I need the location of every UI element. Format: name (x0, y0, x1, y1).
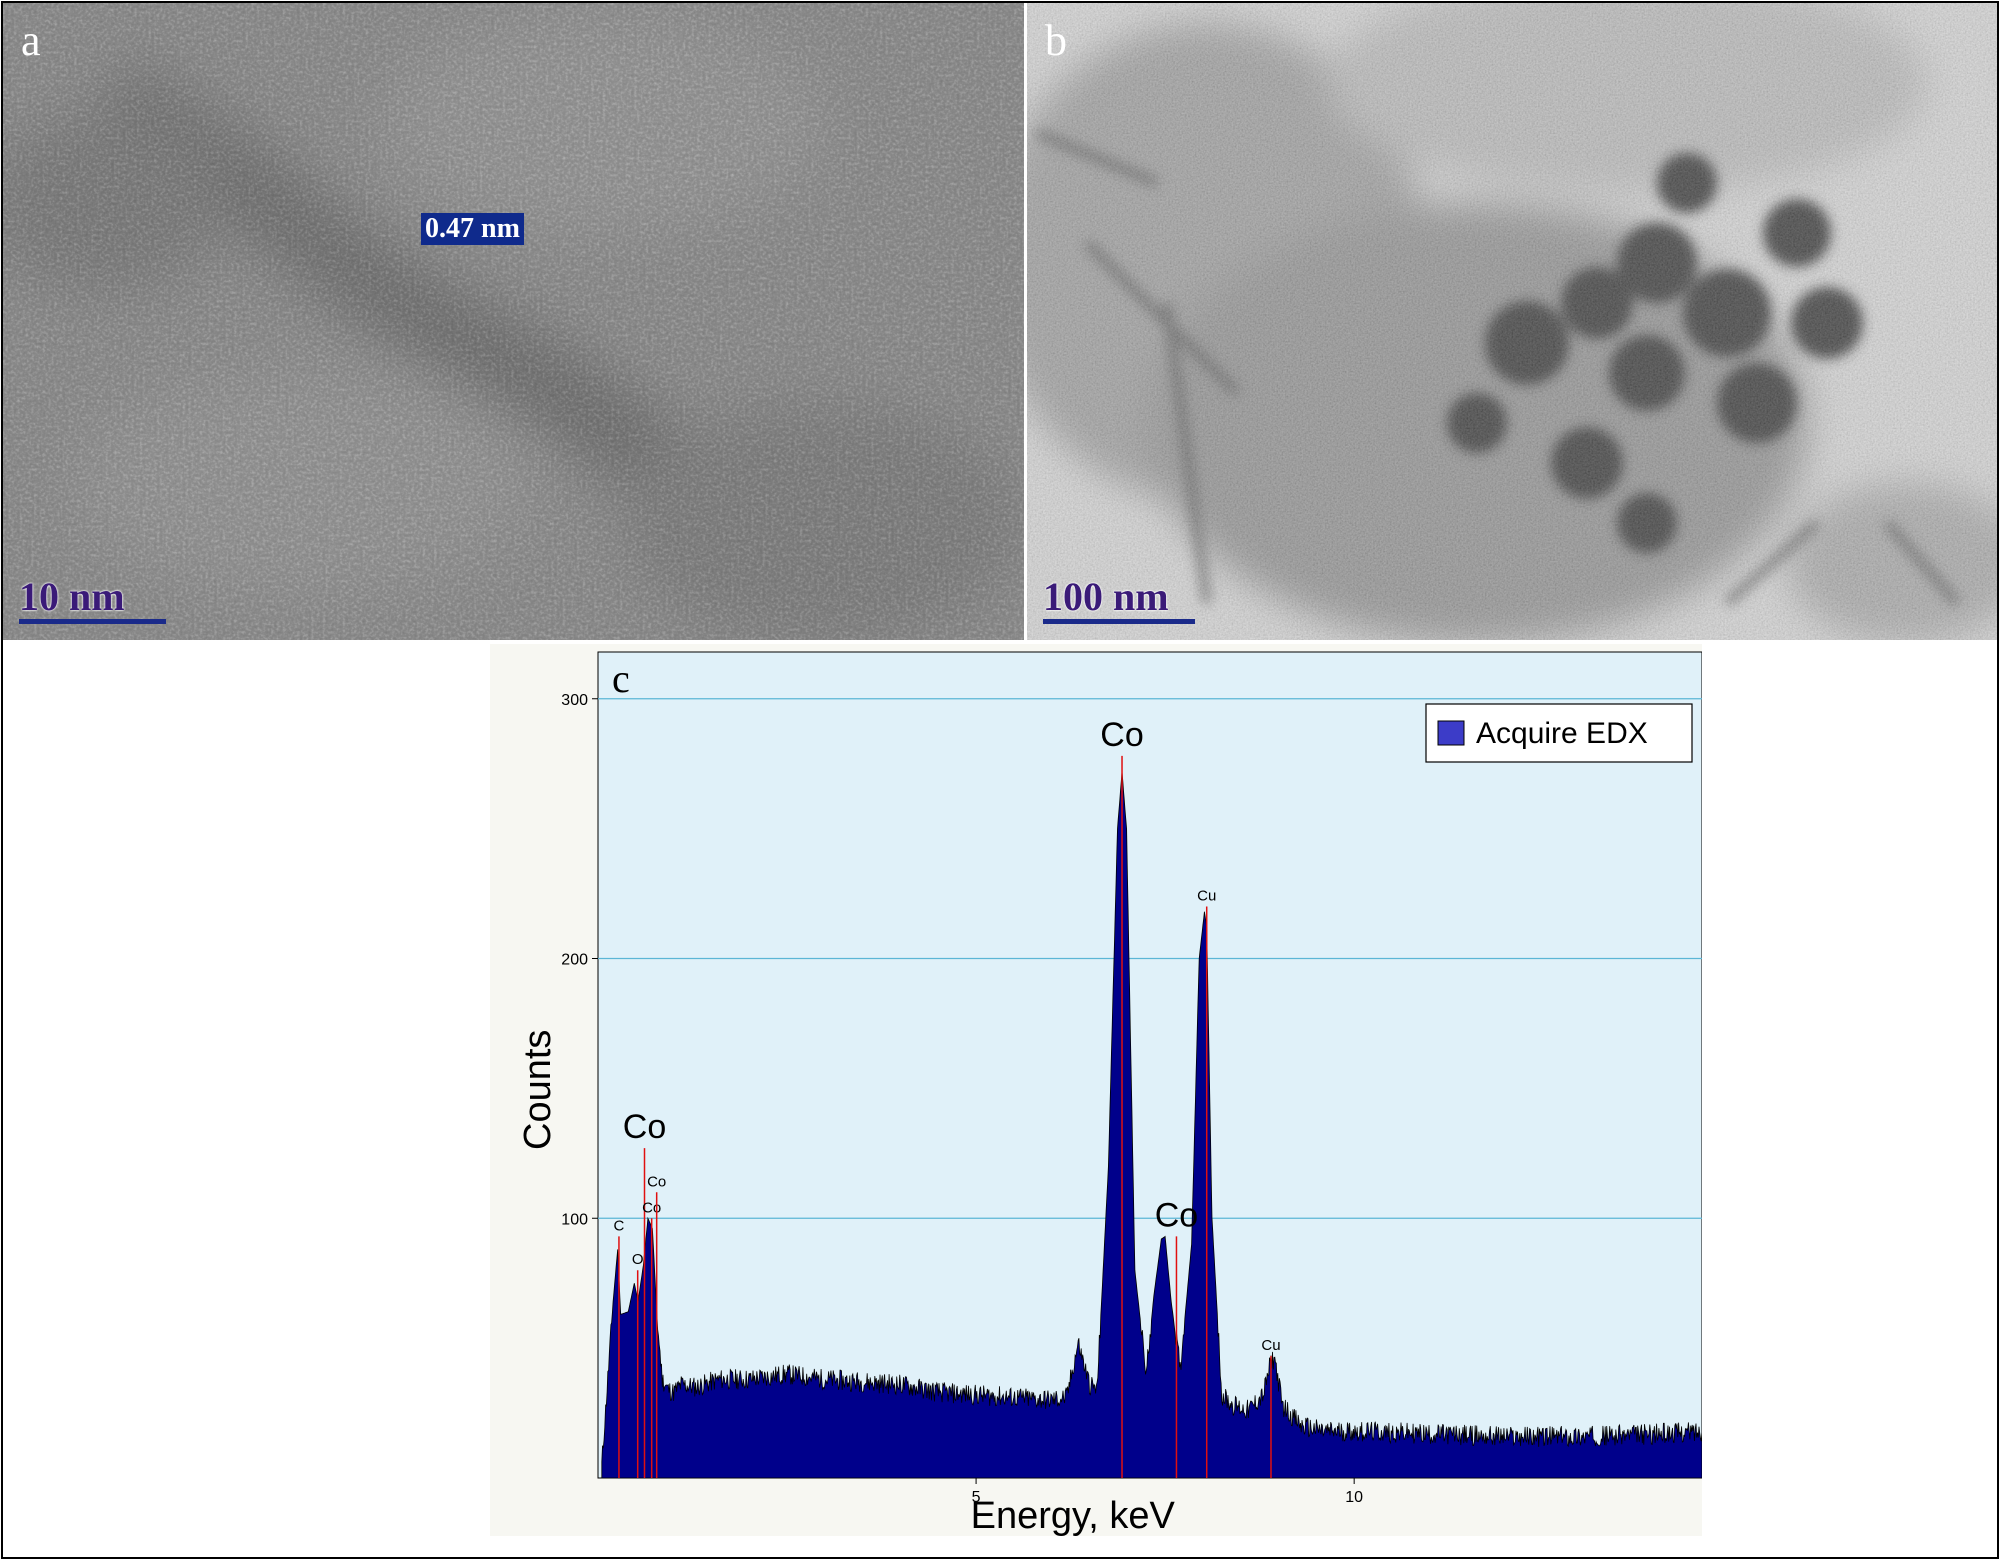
peak-label: O (632, 1251, 644, 1268)
edx-chart-svg: 100200300COCoCoCoCoCoCuCu5 10Energy, keVC… (517, 651, 1702, 1536)
peak-label: Co (1155, 1196, 1198, 1234)
y-axis-label: Counts (517, 1030, 559, 1150)
figure: a 0.47 nm 10 nm b 100 nm 100 200 300 C O… (0, 0, 2002, 1562)
peak-label: Co (1100, 716, 1143, 754)
scale-bar-a (19, 619, 166, 624)
peak-label: Co (623, 1108, 666, 1146)
y-tick-label: 100 (561, 1211, 588, 1228)
panel-label-c: c (612, 656, 630, 701)
hrtem-micrograph (3, 3, 1024, 640)
y-tick-label: 300 (561, 692, 588, 709)
tem-micrograph (1027, 3, 1999, 640)
legend-swatch (1437, 720, 1465, 746)
edx-spectrum-chart: 100 200 300 C O Co Co Co Co Co Cu Cu 5 10 Energy, keV C… (490, 644, 1702, 1536)
y-tick-label: 200 (561, 952, 588, 969)
scale-bar-label-b: 100 nm (1043, 574, 1169, 619)
peak-label: Cu (1261, 1337, 1280, 1354)
peak-label: C (614, 1217, 625, 1234)
x-axis-label: Energy, keV (971, 1495, 1176, 1536)
panel-label-b: b (1045, 16, 1067, 65)
peak-label: Co (647, 1173, 666, 1190)
legend-label: Acquire EDX (1476, 717, 1648, 750)
peak-label: Cu (1197, 888, 1216, 905)
peak-label: Co (642, 1199, 661, 1216)
tem-image-panel: b 100 nm (1027, 3, 1999, 640)
lattice-spacing-label: 0.47 nm (421, 213, 524, 245)
hrtem-image-panel: a 0.47 nm 10 nm (3, 3, 1024, 640)
scale-bar-label-a: 10 nm (19, 574, 125, 619)
panel-label-a: a (21, 16, 41, 65)
x-tick-label: 10 (1345, 1489, 1363, 1506)
scale-bar-b (1043, 619, 1195, 624)
